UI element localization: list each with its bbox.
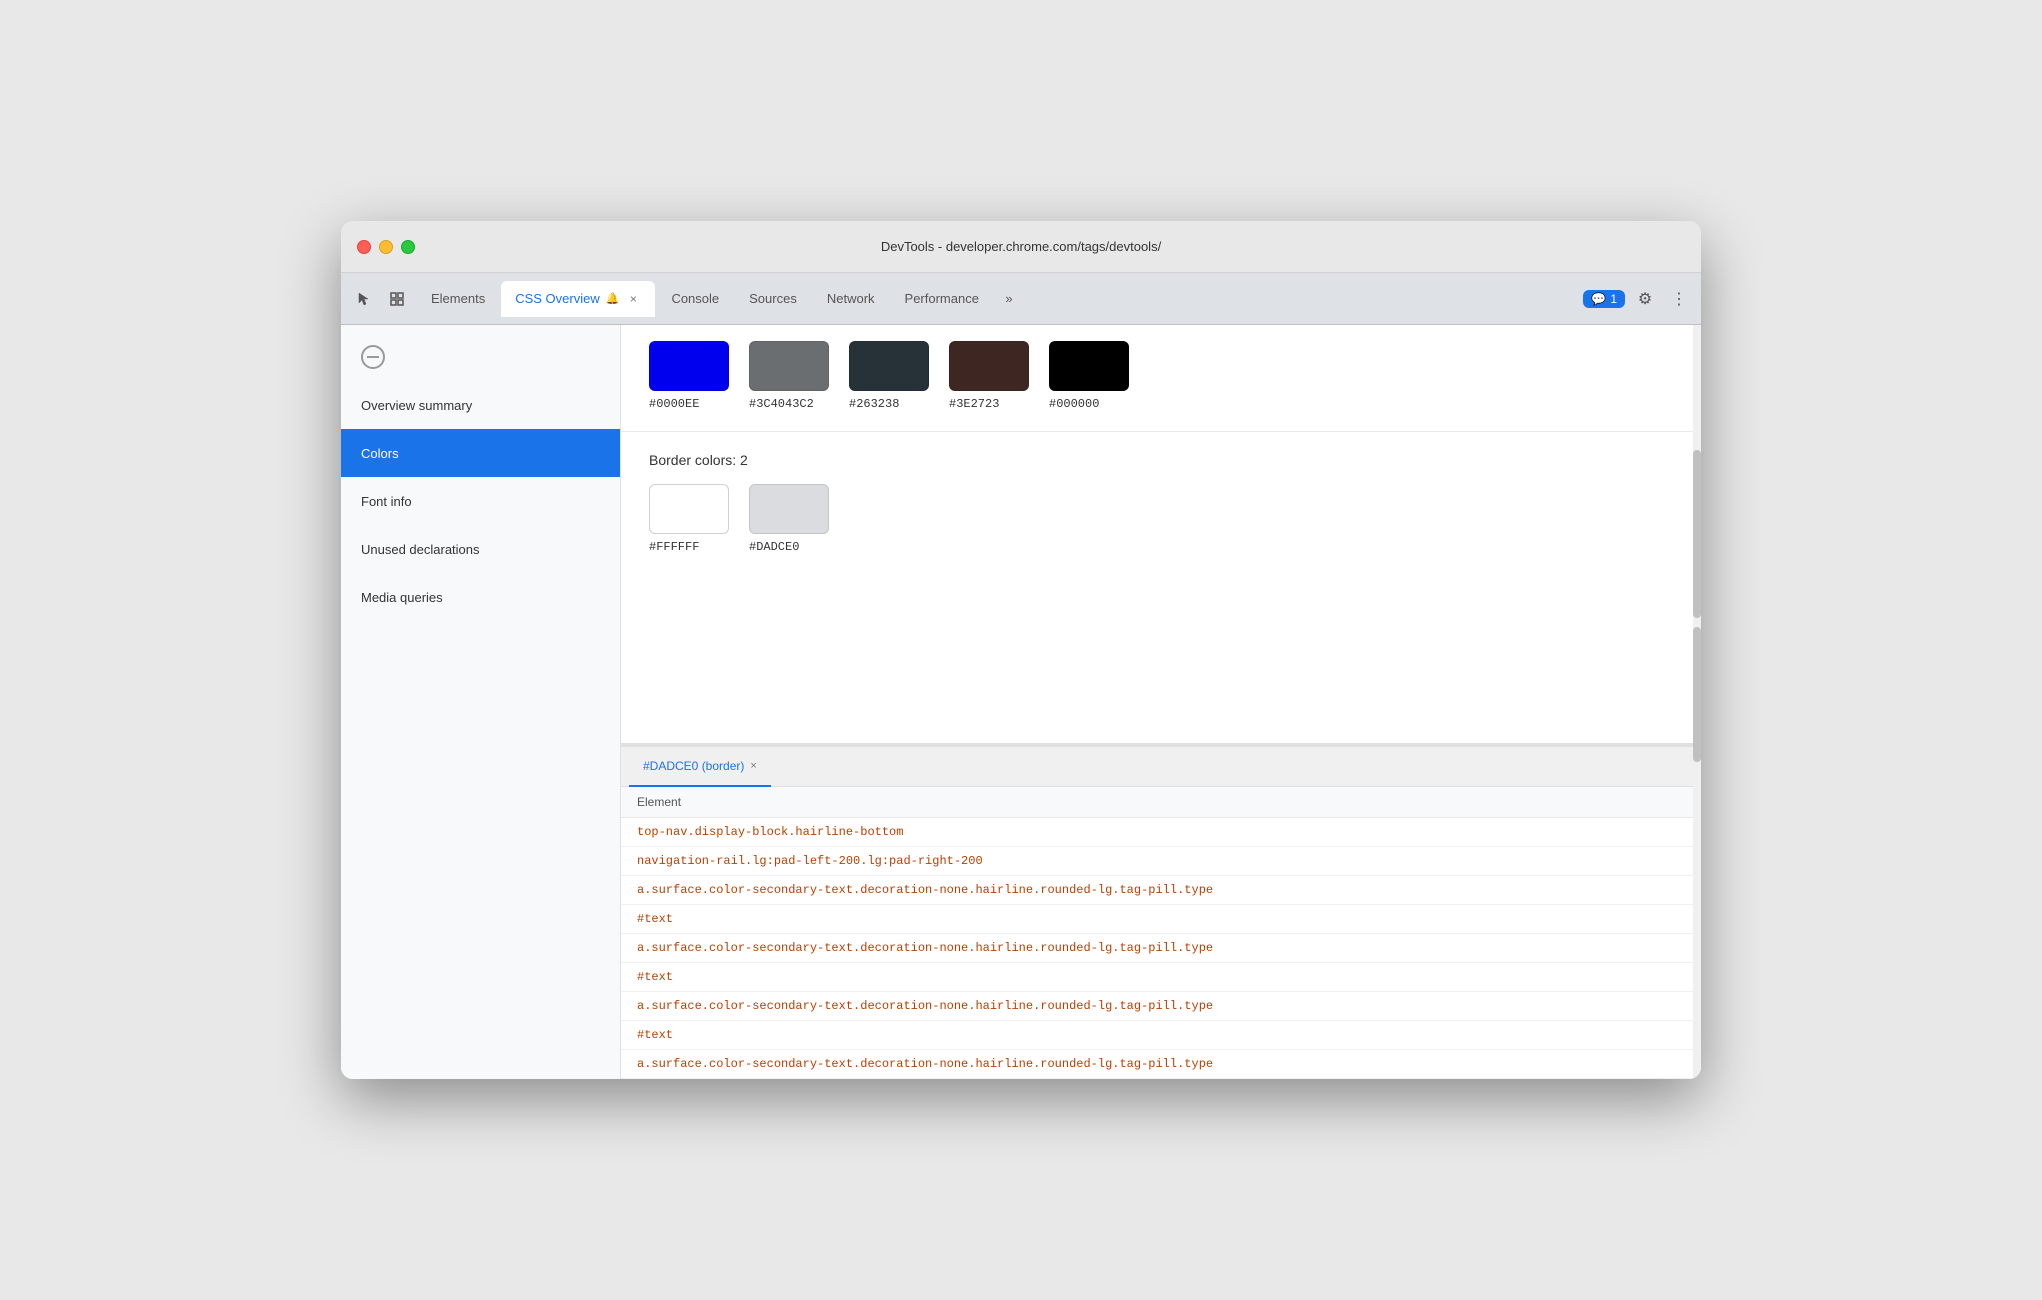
sidebar-item-overview-summary[interactable]: Overview summary <box>341 381 620 429</box>
top-color-swatches: #0000EE #3C4043C2 #263238 #3E2723 <box>621 325 1701 432</box>
sidebar-item-media-queries[interactable]: Media queries <box>341 573 620 621</box>
sidebar-item-font-info-label: Font info <box>361 494 412 509</box>
sidebar-item-media-queries-label: Media queries <box>361 590 443 605</box>
swatch-light-gray[interactable]: #DADCE0 <box>749 484 829 554</box>
traffic-lights <box>357 240 415 254</box>
table-row[interactable]: a.surface.color-secondary-text.decoratio… <box>621 934 1701 963</box>
border-colors-heading: Border colors: 2 <box>649 452 1673 468</box>
main-layout: Overview summary Colors Font info Unused… <box>341 325 1701 1079</box>
dark-blue-swatch[interactable] <box>849 341 929 391</box>
message-count: 1 <box>1610 292 1617 306</box>
swatch-black[interactable]: #000000 <box>1049 341 1129 411</box>
sidebar-item-colors-label: Colors <box>361 446 399 461</box>
blue-swatch[interactable] <box>649 341 729 391</box>
sidebar-item-colors[interactable]: Colors <box>341 429 620 477</box>
sidebar: Overview summary Colors Font info Unused… <box>341 325 621 1079</box>
content-area: #0000EE #3C4043C2 #263238 #3E2723 <box>621 325 1701 1079</box>
color-swatches-row: #0000EE #3C4043C2 #263238 #3E2723 <box>649 341 1673 411</box>
table-row[interactable]: #text <box>621 963 1701 992</box>
swatch-brown[interactable]: #3E2723 <box>949 341 1029 411</box>
black-swatch[interactable] <box>1049 341 1129 391</box>
white-label: #FFFFFF <box>649 540 699 554</box>
dark-gray-swatch[interactable] <box>749 341 829 391</box>
table-header-label: Element <box>637 795 681 809</box>
sidebar-item-unused-declarations-label: Unused declarations <box>361 542 480 557</box>
bottom-tabbar: #DADCE0 (border) × <box>621 747 1701 787</box>
maximize-button[interactable] <box>401 240 415 254</box>
blue-label: #0000EE <box>649 397 699 411</box>
minimize-button[interactable] <box>379 240 393 254</box>
brown-label: #3E2723 <box>949 397 999 411</box>
bottom-scrollbar-track[interactable] <box>1693 627 1701 1079</box>
table-row[interactable]: a.surface.color-secondary-text.decoratio… <box>621 876 1701 905</box>
tab-performance[interactable]: Performance <box>891 281 993 317</box>
tabbar-right: 💬 1 ⚙ ⋮ <box>1583 285 1693 313</box>
table-row[interactable]: a.surface.color-secondary-text.decoratio… <box>621 1050 1701 1079</box>
table-row[interactable]: #text <box>621 1021 1701 1050</box>
upper-content: #0000EE #3C4043C2 #263238 #3E2723 <box>621 325 1701 745</box>
swatch-dark-gray[interactable]: #3C4043C2 <box>749 341 829 411</box>
close-button[interactable] <box>357 240 371 254</box>
titlebar: DevTools - developer.chrome.com/tags/dev… <box>341 221 1701 273</box>
sidebar-item-unused-declarations[interactable]: Unused declarations <box>341 525 620 573</box>
cursor-icon[interactable] <box>349 285 377 313</box>
white-swatch[interactable] <box>649 484 729 534</box>
light-gray-label: #DADCE0 <box>749 540 799 554</box>
tab-sources[interactable]: Sources <box>735 281 811 317</box>
tab-console[interactable]: Console <box>657 281 733 317</box>
tab-performance-label: Performance <box>905 291 979 306</box>
dark-gray-label: #3C4043C2 <box>749 397 814 411</box>
swatch-white[interactable]: #FFFFFF <box>649 484 729 554</box>
more-options-button[interactable]: ⋮ <box>1665 285 1693 313</box>
elements-table: Element top-nav.display-block.hairline-b… <box>621 787 1701 1079</box>
tab-network-label: Network <box>827 291 875 306</box>
tab-sources-label: Sources <box>749 291 797 306</box>
sidebar-item-overview-summary-label: Overview summary <box>361 398 472 413</box>
bottom-tab-dadce0[interactable]: #DADCE0 (border) × <box>629 747 771 787</box>
tabbar: Elements CSS Overview 🔔 × Console Source… <box>341 273 1701 325</box>
table-row[interactable]: a.surface.color-secondary-text.decoratio… <box>621 992 1701 1021</box>
sidebar-disabled-icon <box>341 333 620 381</box>
swatch-dark-blue[interactable]: #263238 <box>849 341 929 411</box>
table-row[interactable]: top-nav.display-block.hairline-bottom <box>621 818 1701 847</box>
bottom-tab-label: #DADCE0 (border) <box>643 759 744 773</box>
devtools-window: DevTools - developer.chrome.com/tags/dev… <box>341 221 1701 1079</box>
border-swatches-row: #FFFFFF #DADCE0 <box>649 484 1673 554</box>
black-label: #000000 <box>1049 397 1099 411</box>
tab-css-overview-close[interactable]: × <box>625 291 641 307</box>
table-header: Element <box>621 787 1701 818</box>
dark-blue-label: #263238 <box>849 397 899 411</box>
brown-swatch[interactable] <box>949 341 1029 391</box>
border-colors-section: Border colors: 2 #FFFFFF #DADCE0 <box>621 432 1701 574</box>
scrollbar-thumb[interactable] <box>1693 450 1701 617</box>
bottom-panel: #DADCE0 (border) × Element top-nav.displ… <box>621 745 1701 1079</box>
message-icon: 💬 <box>1591 292 1606 306</box>
table-row[interactable]: #text <box>621 905 1701 934</box>
tab-elements-label: Elements <box>431 291 485 306</box>
tab-elements[interactable]: Elements <box>417 281 499 317</box>
tab-console-label: Console <box>671 291 719 306</box>
light-gray-swatch[interactable] <box>749 484 829 534</box>
bottom-scrollbar-thumb[interactable] <box>1693 627 1701 763</box>
bell-icon: 🔔 <box>606 292 620 305</box>
tab-css-overview-label: CSS Overview <box>515 291 600 306</box>
window-title: DevTools - developer.chrome.com/tags/dev… <box>881 239 1161 254</box>
tab-network[interactable]: Network <box>813 281 889 317</box>
bottom-tab-close[interactable]: × <box>750 760 756 772</box>
sidebar-item-font-info[interactable]: Font info <box>341 477 620 525</box>
no-entry-icon <box>361 345 385 369</box>
more-tabs-button[interactable]: » <box>995 285 1023 313</box>
tab-css-overview[interactable]: CSS Overview 🔔 × <box>501 281 655 317</box>
message-badge[interactable]: 💬 1 <box>1583 290 1625 308</box>
swatch-blue[interactable]: #0000EE <box>649 341 729 411</box>
gear-icon: ⚙ <box>1638 289 1652 309</box>
settings-button[interactable]: ⚙ <box>1631 285 1659 313</box>
inspect-icon[interactable] <box>383 285 411 313</box>
dots-icon: ⋮ <box>1671 289 1687 309</box>
table-row[interactable]: navigation-rail.lg:pad-left-200.lg:pad-r… <box>621 847 1701 876</box>
